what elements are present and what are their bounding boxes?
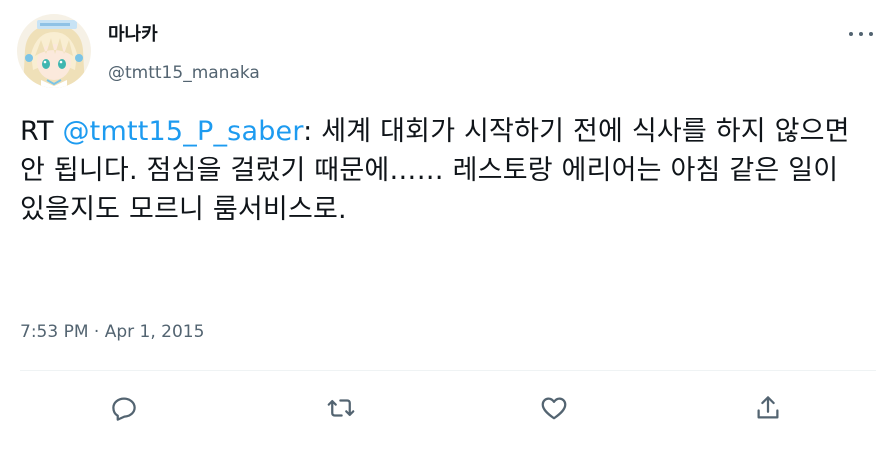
mention-link[interactable]: @tmtt15_P_saber [62, 116, 303, 147]
like-button[interactable] [536, 390, 572, 426]
tweet-text-prefix: RT [20, 116, 63, 147]
retweet-button[interactable] [323, 390, 359, 426]
timestamp[interactable]: 7:53 PM · Apr 1, 2015 [20, 320, 204, 344]
tweet-text: RT @tmtt15_P_saber: 세계 대회가 시작하기 전에 식사를 하… [20, 112, 870, 229]
reply-button[interactable] [106, 390, 142, 426]
more-options-button[interactable] [844, 22, 878, 46]
avatar[interactable] [17, 14, 91, 88]
more-icon [849, 32, 853, 36]
heart-icon [541, 397, 567, 420]
more-icon [869, 32, 873, 36]
retweet-icon [327, 399, 355, 417]
tweet-card: 마나카 @tmtt15_manaka RT @tmtt15_P_saber: 세… [0, 0, 894, 463]
user-handle[interactable]: @tmtt15_manaka [108, 62, 260, 84]
display-name[interactable]: 마나카 [108, 24, 158, 46]
more-icon [859, 32, 863, 36]
divider [20, 370, 876, 371]
share-icon [757, 396, 779, 419]
reply-icon [112, 397, 136, 421]
share-button[interactable] [750, 390, 786, 426]
